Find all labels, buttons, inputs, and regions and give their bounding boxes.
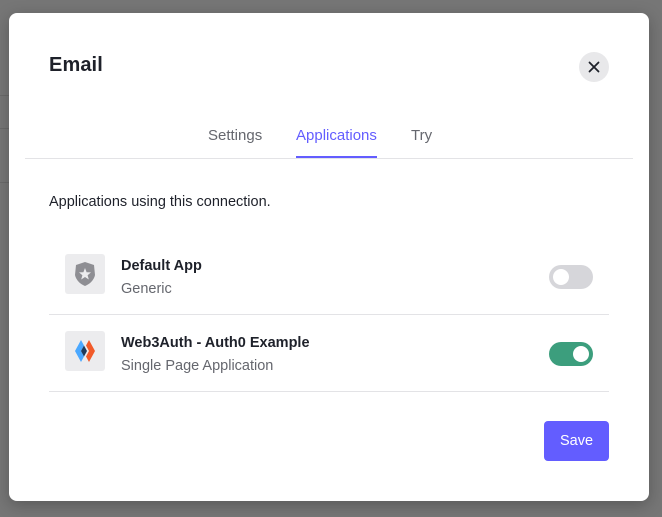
tab-bar: Settings Applications Try xyxy=(25,121,633,159)
auth0-shield-icon xyxy=(75,262,95,286)
list-item: Default App Generic xyxy=(49,238,609,315)
tab-applications[interactable]: Applications xyxy=(296,127,377,158)
close-button[interactable] xyxy=(579,52,609,82)
close-icon xyxy=(588,61,600,73)
tab-settings[interactable]: Settings xyxy=(208,127,262,158)
app-enable-toggle[interactable] xyxy=(549,265,593,289)
app-icon-container xyxy=(65,254,105,294)
app-icon-container xyxy=(65,331,105,371)
connection-modal: Email Settings Applications Try Applicat… xyxy=(9,13,649,501)
list-item: Web3Auth - Auth0 Example Single Page App… xyxy=(49,315,609,392)
app-type: Generic xyxy=(121,281,172,297)
toggle-knob xyxy=(553,269,569,285)
app-type: Single Page Application xyxy=(121,358,274,374)
app-enable-toggle[interactable] xyxy=(549,342,593,366)
modal-title: Email xyxy=(49,54,103,76)
app-name: Default App xyxy=(121,258,202,274)
web3auth-logo-icon xyxy=(75,340,95,362)
application-list: Default App Generic Web3Auth - Auth0 Exa… xyxy=(49,238,609,392)
toggle-knob xyxy=(573,346,589,362)
app-name: Web3Auth - Auth0 Example xyxy=(121,335,310,351)
tab-try[interactable]: Try xyxy=(411,127,432,158)
save-button[interactable]: Save xyxy=(544,421,609,461)
intro-text: Applications using this connection. xyxy=(49,194,271,210)
